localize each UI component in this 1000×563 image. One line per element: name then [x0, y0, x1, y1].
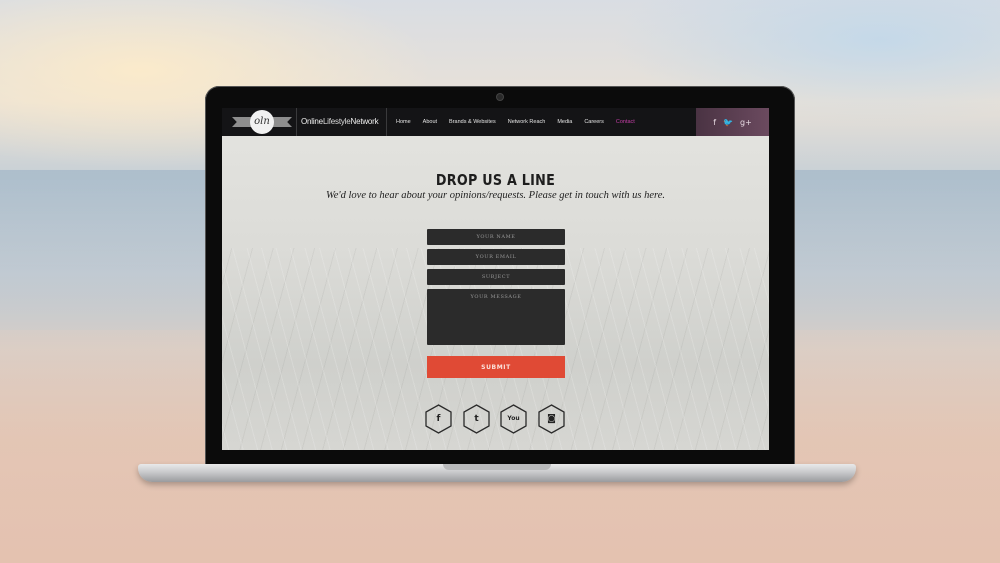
instagram-icon: ◙ — [547, 414, 556, 424]
nav-item-brands-websites[interactable]: Brands & Websites — [449, 108, 496, 136]
facebook-hex-button[interactable]: f — [425, 404, 452, 434]
youtube-icon: You — [507, 415, 520, 422]
page-title: DROP US A LINE — [435, 171, 556, 189]
social-icons-row: f t You ◙ — [425, 404, 567, 434]
nav-item-home[interactable]: Home — [396, 108, 411, 136]
site-logo[interactable]: oln — [230, 110, 294, 134]
page-subtitle: We'd love to hear about your opinions/re… — [325, 190, 666, 201]
brand-part2: Lifestyle — [322, 117, 351, 126]
laptop-base — [138, 464, 856, 482]
facebook-icon: f — [436, 414, 441, 424]
nav-social-links: f 🐦 g+ — [696, 108, 769, 136]
subject-input[interactable] — [427, 269, 565, 285]
instagram-hex-button[interactable]: ◙ — [538, 404, 565, 434]
nav-item-contact[interactable]: Contact — [616, 108, 635, 136]
camera-icon — [497, 94, 503, 100]
nav-item-network-reach[interactable]: Network Reach — [508, 108, 546, 136]
laptop-screen: oln OnlineLifestyleNetwork Home About Br… — [222, 108, 769, 450]
brand-part1: Online — [301, 117, 323, 126]
brand-name[interactable]: OnlineLifestyleNetwork — [296, 108, 387, 136]
twitter-icon[interactable]: 🐦 — [723, 118, 733, 127]
nav-item-about[interactable]: About — [423, 108, 437, 136]
laptop-notch — [443, 464, 551, 470]
google-plus-icon[interactable]: g+ — [740, 118, 752, 127]
nav-item-media[interactable]: Media — [557, 108, 572, 136]
facebook-icon[interactable]: f — [713, 118, 716, 127]
name-input[interactable] — [427, 229, 565, 245]
email-input[interactable] — [427, 249, 565, 265]
twitter-icon: t — [474, 414, 479, 424]
nav-menu: Home About Brands & Websites Network Rea… — [396, 108, 647, 136]
brand-part3: Network — [350, 117, 379, 126]
submit-button[interactable]: SUBMIT — [427, 356, 565, 378]
message-textarea[interactable] — [427, 289, 565, 345]
youtube-hex-button[interactable]: You — [500, 404, 527, 434]
nav-item-careers[interactable]: Careers — [584, 108, 604, 136]
site-nav: oln OnlineLifestyleNetwork Home About Br… — [222, 108, 769, 136]
twitter-hex-button[interactable]: t — [463, 404, 490, 434]
logo-monogram: oln — [250, 110, 274, 134]
